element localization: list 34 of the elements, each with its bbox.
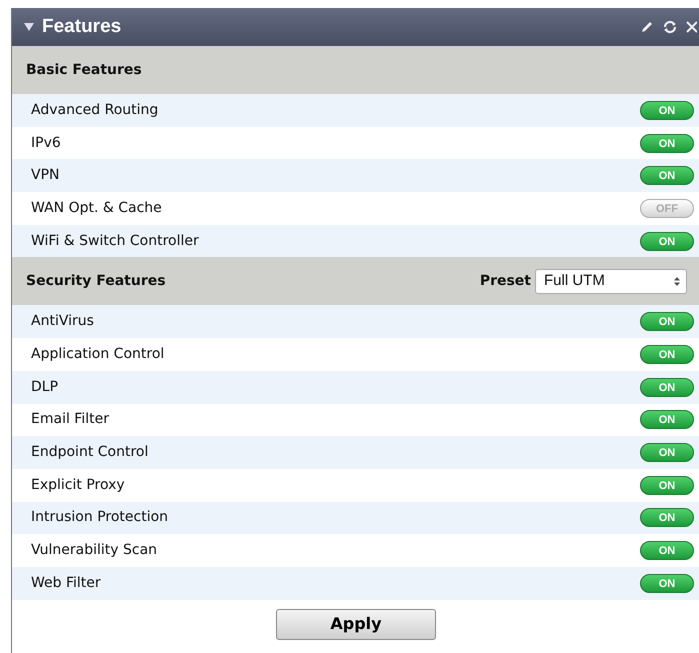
toggle-switch[interactable]: ON (640, 574, 694, 593)
toggle-switch[interactable]: ON (640, 476, 694, 495)
preset-dropdown[interactable]: Full UTM (535, 268, 687, 294)
feature-name: Vulnerability Scan (31, 541, 158, 560)
feature-name: Intrusion Protection (31, 508, 168, 528)
section-title: Basic Features (26, 60, 142, 80)
apply-button[interactable]: Apply (276, 608, 436, 640)
preset-label: Preset (480, 272, 531, 291)
feature-name: Explicit Proxy (31, 476, 125, 495)
panel-title: Features (42, 14, 122, 39)
feature-name: Application Control (31, 344, 164, 364)
feature-name: Endpoint Control (31, 443, 148, 462)
feature-name: IPv6 (31, 134, 61, 153)
toggle-switch[interactable]: ON (640, 232, 694, 251)
toggle-switch[interactable]: ON (640, 100, 694, 120)
feature-name: DLP (31, 378, 58, 397)
feature-name: Advanced Routing (31, 100, 158, 120)
feature-name: WAN Opt. & Cache (31, 198, 162, 218)
toggle-switch[interactable]: ON (640, 378, 694, 397)
feature-name: WiFi & Switch Controller (31, 232, 199, 251)
toggle-switch[interactable]: OFF (640, 198, 694, 218)
toggle-switch[interactable]: ON (640, 410, 694, 430)
toggle-switch[interactable]: ON (640, 312, 694, 332)
feature-name: VPN (31, 166, 60, 186)
feature-name: AntiVirus (31, 312, 94, 332)
toggle-switch[interactable]: ON (640, 134, 694, 153)
toggle-switch[interactable]: ON (640, 508, 694, 528)
toggle-switch[interactable]: ON (640, 344, 694, 364)
toggle-switch[interactable]: ON (640, 443, 694, 462)
section-title: Security Features (26, 272, 166, 291)
feature-name: Web Filter (31, 574, 101, 593)
feature-name: Email Filter (31, 410, 109, 430)
toggle-switch[interactable]: ON (640, 541, 694, 560)
toggle-switch[interactable]: ON (640, 166, 694, 186)
